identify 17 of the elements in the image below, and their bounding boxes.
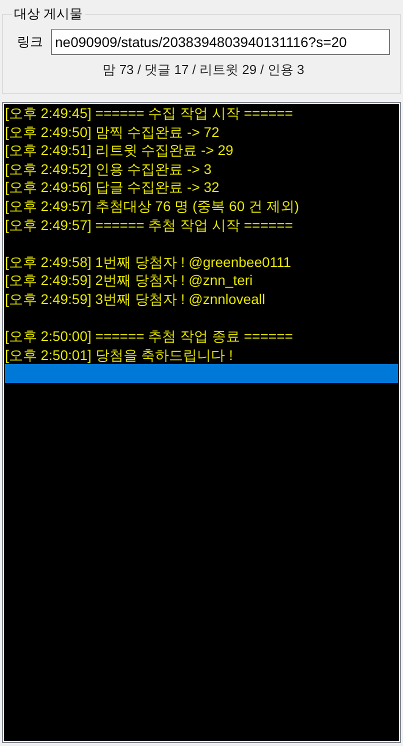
log-line[interactable]: [오후 2:49:52] 인용 수집완료 -> 3: [5, 160, 398, 178]
log-line[interactable]: [오후 2:49:57] 추첨대상 76 명 (중복 60 건 제외): [5, 196, 398, 216]
log-list[interactable]: [2, 102, 401, 743]
log-line[interactable]: [오후 2:49:45] ====== 수집 작업 시작 ======: [5, 104, 398, 123]
log-line[interactable]: [오후 2:49:59] 3번째 당첨자 ! @znnloveall: [5, 290, 398, 309]
stats-text: 맘 73 / 댓글 17 / 리트윗 29 / 인용 3: [102, 61, 306, 79]
log-line[interactable]: [오후 2:49:58] 1번째 당첨자 ! @greenbee0111: [5, 252, 398, 272]
log-line[interactable]: [오후 2:50:01] 당첨을 축하드립니다 !: [5, 346, 398, 364]
log-line[interactable]: [오후 2:50:00] ====== 추첨 작업 종료 ======: [5, 327, 398, 346]
log-line[interactable]: [오후 2:49:57] ====== 추첨 작업 시작 ======: [5, 216, 398, 234]
log-line[interactable]: [오후 2:49:51] 리트윗 수집완료 -> 29: [5, 141, 398, 160]
log-line[interactable]: [오후 2:49:59] 2번째 당첨자 ! @znn_teri: [5, 271, 398, 290]
group-title: 대상 게시물: [13, 5, 84, 23]
link-field[interactable]: ne090909/status/2038394803940131116?s=20: [51, 29, 390, 55]
log-line[interactable]: [오후 2:49:56] 답글 수집완료 -> 32: [5, 178, 398, 197]
link-label: 링크: [17, 33, 43, 51]
log-line[interactable]: [오후 2:49:50] 맘찍 수집완료 -> 72: [5, 122, 398, 142]
